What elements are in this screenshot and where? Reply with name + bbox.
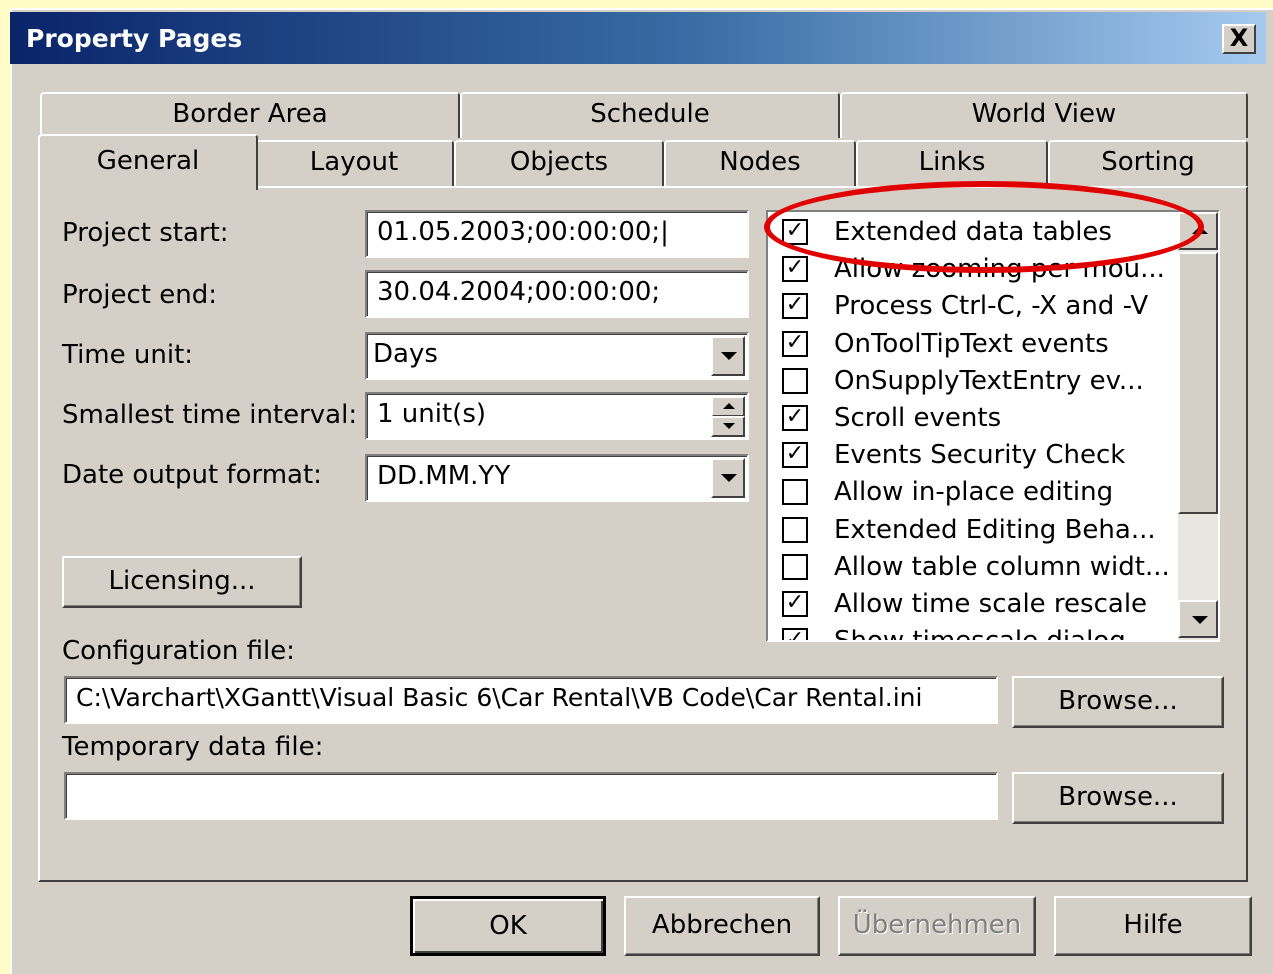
tab-label: Border Area <box>172 99 328 129</box>
apply-button[interactable]: Übernehmen <box>838 896 1036 956</box>
temp-file-input[interactable] <box>64 772 998 820</box>
project-start-label: Project start: <box>62 218 229 248</box>
option-label: OnToolTipText events <box>834 328 1109 359</box>
tab-label: Layout <box>309 147 399 177</box>
option-label: Scroll events <box>834 403 1002 433</box>
time-unit-select[interactable]: Days <box>365 332 749 380</box>
checkbox-unchecked-icon[interactable] <box>782 367 808 394</box>
checkbox-checked-icon[interactable]: ✓ <box>782 628 808 640</box>
smallest-interval-value: 1 unit(s) <box>377 399 487 429</box>
option-label: Allow in-place editing <box>834 477 1114 508</box>
browse-temp-button[interactable]: Browse... <box>1012 772 1224 824</box>
option-label: Process Ctrl-C, -X and -V <box>834 291 1149 322</box>
options-scrollbar[interactable] <box>1178 212 1218 640</box>
option-label: Extended Editing Beha... <box>834 514 1156 545</box>
time-unit-label: Time unit: <box>62 340 194 370</box>
options-checklist[interactable]: ✓ Extended data tables ✓ Allow zooming per … <box>766 210 1220 642</box>
browse-label: Browse... <box>1058 686 1178 716</box>
smallest-interval-label: Smallest time interval: <box>62 400 358 430</box>
project-end-value: 30.04.2004;00:00:00; <box>377 277 661 307</box>
tab-label: Schedule <box>590 99 710 129</box>
window-title: Property Pages <box>26 24 243 53</box>
scroll-thumb[interactable] <box>1178 252 1218 514</box>
checkbox-checked-icon[interactable]: ✓ <box>782 405 808 431</box>
tab-schedule[interactable]: Schedule <box>460 92 840 138</box>
option-label: Extended data tables <box>834 217 1112 247</box>
project-end-input[interactable]: 30.04.2004;00:00:00; <box>365 270 749 318</box>
checkbox-checked-icon[interactable]: ✓ <box>782 293 808 320</box>
checkbox-checked-icon[interactable]: ✓ <box>782 256 808 283</box>
checkbox-checked-icon[interactable]: ✓ <box>782 442 808 469</box>
checkbox-checked-icon[interactable]: ✓ <box>782 219 808 245</box>
tab-border-area[interactable]: Border Area <box>40 92 460 138</box>
option-label: Allow zooming per mou... <box>834 254 1165 285</box>
ok-label: OK <box>489 911 527 941</box>
tab-layout[interactable]: Layout <box>254 140 454 186</box>
title-bar[interactable]: Property Pages X <box>10 12 1266 64</box>
licensing-label: Licensing... <box>108 566 256 596</box>
chevron-down-icon[interactable] <box>711 458 745 498</box>
browse-label: Browse... <box>1058 782 1178 812</box>
chevron-down-icon[interactable] <box>711 336 745 376</box>
tab-label: Nodes <box>719 147 801 177</box>
tab-nodes[interactable]: Nodes <box>664 140 856 186</box>
temp-file-label: Temporary data file: <box>62 732 324 762</box>
time-unit-value: Days <box>373 339 438 369</box>
cancel-label: Abbrechen <box>651 910 793 940</box>
scroll-up-icon[interactable] <box>1178 212 1218 250</box>
tab-label: World View <box>971 99 1117 129</box>
scroll-down-icon[interactable] <box>1178 600 1218 638</box>
project-start-value: 01.05.2003;00:00:00; <box>377 217 661 247</box>
ok-button[interactable]: OK <box>410 896 606 956</box>
checkbox-checked-icon[interactable]: ✓ <box>782 591 808 617</box>
tab-label: Objects <box>509 147 609 177</box>
browse-config-button[interactable]: Browse... <box>1012 676 1224 728</box>
checkbox-checked-icon[interactable]: ✓ <box>782 330 808 357</box>
tab-label: Links <box>918 147 986 177</box>
licensing-button[interactable]: Licensing... <box>62 556 302 608</box>
tab-objects[interactable]: Objects <box>454 140 664 186</box>
tab-world-view[interactable]: World View <box>840 92 1248 138</box>
smallest-interval-stepper[interactable]: 1 unit(s) <box>365 392 749 440</box>
spin-up-icon[interactable] <box>711 396 745 417</box>
project-start-input[interactable]: 01.05.2003;00:00:00;| <box>365 210 749 258</box>
spin-down-icon[interactable] <box>711 416 745 437</box>
close-icon: X <box>1229 24 1249 52</box>
config-file-label: Configuration file: <box>62 636 295 666</box>
option-label: OnSupplyTextEntry ev... <box>834 365 1144 396</box>
tab-links[interactable]: Links <box>856 140 1048 186</box>
option-label: Show timescale dialog <box>834 626 1126 642</box>
tab-general[interactable]: General <box>38 134 258 190</box>
project-end-label: Project end: <box>62 280 217 310</box>
option-label: Allow time scale rescale <box>834 589 1148 619</box>
date-format-label: Date output format: <box>62 460 322 490</box>
date-format-value: DD.MM.YY <box>377 461 511 491</box>
date-format-select[interactable]: DD.MM.YY <box>365 454 749 502</box>
checkbox-unchecked-icon[interactable] <box>782 553 808 580</box>
checkbox-unchecked-icon[interactable] <box>782 479 808 506</box>
close-button[interactable]: X <box>1222 24 1256 54</box>
option-label: Allow table column widt... <box>834 551 1170 582</box>
text-cursor: | <box>660 217 669 247</box>
tab-sorting[interactable]: Sorting <box>1048 140 1248 186</box>
config-file-value: C:\Varchart\XGantt\Visual Basic 6\Car Re… <box>76 683 923 712</box>
tab-label: General <box>96 146 200 176</box>
config-file-input[interactable]: C:\Varchart\XGantt\Visual Basic 6\Car Re… <box>64 676 998 724</box>
apply-label: Übernehmen <box>852 910 1022 940</box>
tab-label: Sorting <box>1101 147 1195 177</box>
help-button[interactable]: Hilfe <box>1054 896 1252 956</box>
option-label: Events Security Check <box>834 440 1126 471</box>
checkbox-unchecked-icon[interactable] <box>782 516 808 543</box>
cancel-button[interactable]: Abbrechen <box>624 896 820 956</box>
help-label: Hilfe <box>1123 910 1183 940</box>
